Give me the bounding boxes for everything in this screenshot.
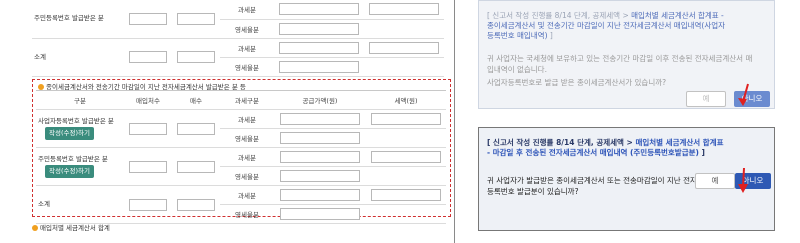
row-label-cell: 사업자등록번호 발급받은 분 작성(수정)하기 xyxy=(36,109,124,148)
supply-amount-input[interactable] xyxy=(279,60,359,73)
row-label: 소계 xyxy=(32,38,124,77)
table-row: 소계 과세분 xyxy=(32,38,444,77)
sheet-count-input[interactable] xyxy=(177,51,215,63)
supply-amount-input[interactable] xyxy=(280,113,360,125)
left-panel: 주민등록번호 발급받은 분 과세분 영세율분 소계 과세분 영세율분 종이세금계… xyxy=(0,0,452,243)
tax-type-label: 과세분 xyxy=(220,147,274,167)
row-label-cell: 주민등록번호 발급받은 분 작성(수정)하기 xyxy=(36,147,124,186)
row-label: 사업자등록번호 발급받은 분 xyxy=(38,117,114,125)
column-header: 구분 xyxy=(36,90,124,110)
question-title: [ 신고서 작성 진행률 8/14 단계, 공제세액 > 매입처별 세금계산서 … xyxy=(487,11,727,41)
column-header: 공급가액(원) xyxy=(274,90,366,110)
table-row: 소계 과세분 xyxy=(36,185,446,224)
column-header: 과세구분 xyxy=(220,90,274,110)
sheet-count-input[interactable] xyxy=(177,160,215,173)
section-title: 매입처별 세금계산서 합계 xyxy=(32,222,110,232)
sheet-count-input[interactable] xyxy=(177,122,215,135)
question-card-1: [ 신고서 작성 진행률 8/14 단계, 공제세액 > 매입처별 세금계산서 … xyxy=(478,0,775,109)
vendor-count-input[interactable] xyxy=(129,160,167,173)
table-row: 주민등록번호 발급받은 분 과세분 xyxy=(32,0,444,39)
tax-amount-input[interactable] xyxy=(369,41,439,54)
yes-button[interactable]: 예 xyxy=(686,91,726,107)
row-label: 주민등록번호 발급받은 분 xyxy=(38,155,108,163)
tax-type-label: 과세분 xyxy=(220,0,274,20)
question-suffix: ] xyxy=(698,148,705,157)
table-header-row: 구분 매입처수 매수 과세구분 공급가액(원) 세액(원) xyxy=(36,90,446,110)
vendor-count-input[interactable] xyxy=(129,51,167,63)
yes-button[interactable]: 예 xyxy=(695,173,735,189)
supply-amount-input[interactable] xyxy=(279,3,359,16)
column-header: 매수 xyxy=(172,90,220,110)
supply-amount-input[interactable] xyxy=(279,22,359,35)
paper-invoice-table: 구분 매입처수 매수 과세구분 공급가액(원) 세액(원) 사업자등록번호 발급… xyxy=(36,90,446,224)
question-prompt: 사업자등록번호로 발급 받은 종이세금계산서가 있습니까? xyxy=(487,78,667,87)
panel-divider xyxy=(454,0,455,243)
tax-type-label: 영세율분 xyxy=(220,128,274,148)
tax-amount-input[interactable] xyxy=(371,113,441,125)
table-row: 주민등록번호 발급받은 분 작성(수정)하기 과세분 xyxy=(36,147,446,186)
tax-type-label: 과세분 xyxy=(220,185,274,205)
sheet-count-input[interactable] xyxy=(177,198,215,211)
write-edit-button[interactable]: 작성(수정)하기 xyxy=(45,127,94,140)
question-suffix: ] xyxy=(547,31,553,40)
red-arrow-icon xyxy=(738,167,748,193)
question-card-2: [ 신고서 작성 진행률 8/14 단계, 공제세액 > 매입처별 세금계산서 … xyxy=(478,127,775,231)
sheet-count-input[interactable] xyxy=(177,12,215,25)
tax-amount-input[interactable] xyxy=(371,151,441,163)
bullet-icon xyxy=(32,225,38,231)
tax-amount-input[interactable] xyxy=(369,3,439,16)
question-prefix: [ 신고서 작성 진행률 8/14 단계, 공제세액 > xyxy=(487,138,636,147)
supply-amount-input[interactable] xyxy=(280,151,360,163)
column-header: 세액(원) xyxy=(366,90,446,110)
table-row: 사업자등록번호 발급받은 분 작성(수정)하기 과세분 xyxy=(36,109,446,148)
row-label: 주민등록번호 발급받은 분 xyxy=(32,0,124,39)
tax-amount-input[interactable] xyxy=(371,189,441,201)
tax-type-label: 과세분 xyxy=(220,109,274,129)
supply-amount-input[interactable] xyxy=(280,208,360,220)
tax-type-label: 영세율분 xyxy=(220,204,274,224)
vendor-count-input[interactable] xyxy=(129,12,167,25)
column-header: 매입처수 xyxy=(124,90,172,110)
row-label: 소계 xyxy=(36,185,124,224)
red-arrow-icon xyxy=(738,83,749,106)
tax-type-label: 영세율분 xyxy=(220,57,274,77)
section-title-text: 매입처별 세금계산서 합계 xyxy=(40,224,110,232)
supply-amount-input[interactable] xyxy=(280,189,360,201)
tax-type-label: 영세율분 xyxy=(220,166,274,186)
question-description: 귀 사업자는 국세청에 보유하고 있는 전송기간 마감일 이후 전송된 전자세금… xyxy=(487,54,753,74)
tax-type-label: 과세분 xyxy=(220,38,274,58)
question-title: [ 신고서 작성 진행률 8/14 단계, 공제세액 > 매입처별 세금계산서 … xyxy=(487,138,727,158)
vendor-count-input[interactable] xyxy=(129,122,167,135)
supply-amount-input[interactable] xyxy=(279,41,359,54)
vendor-count-input[interactable] xyxy=(129,198,167,211)
question-prefix: [ 신고서 작성 진행률 8/14 단계, 공제세액 > xyxy=(487,11,632,20)
write-edit-button[interactable]: 작성(수정)하기 xyxy=(45,165,94,178)
supply-amount-input[interactable] xyxy=(280,132,360,144)
top-rows-table: 주민등록번호 발급받은 분 과세분 영세율분 소계 과세분 영세율분 xyxy=(32,0,444,77)
supply-amount-input[interactable] xyxy=(280,170,360,182)
tax-type-label: 영세율분 xyxy=(220,19,274,39)
